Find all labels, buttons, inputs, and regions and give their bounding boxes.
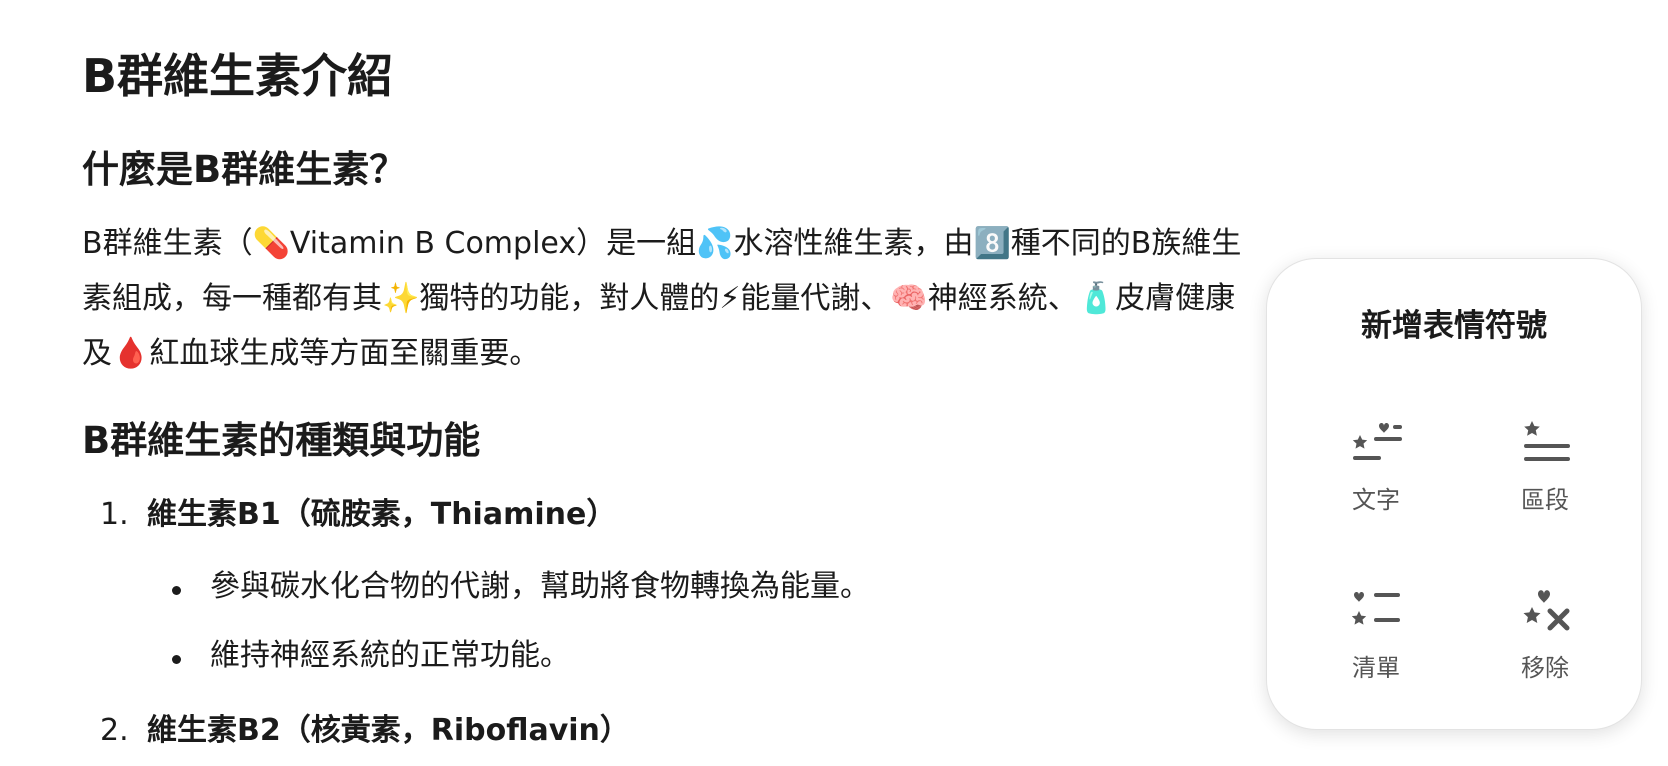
remove-emoji-option[interactable]: 移除: [1485, 587, 1605, 707]
option-label: 區段: [1521, 486, 1569, 514]
option-label: 文字: [1352, 486, 1400, 514]
section-emoji-option[interactable]: 區段: [1485, 419, 1605, 539]
list-number: 1.: [100, 497, 129, 532]
intro-paragraph: B群維生素（💊Vitamin B Complex）是一組💦水溶性維生素，由8️⃣…: [82, 226, 1242, 371]
list-number: 2.: [100, 713, 129, 748]
bullet-item: 參與碳水化合物的代謝，幫助將食物轉換為能量。: [210, 569, 870, 604]
document-title: B群維生素介紹: [82, 49, 394, 103]
add-emoji-popover: 新增表情符號 文字 區段 清單 移除: [1266, 258, 1642, 730]
option-label: 移除: [1521, 654, 1569, 682]
list-item-title: 維生素B1（硫胺素，Thiamine）: [147, 497, 617, 532]
text-emoji-icon: [1352, 423, 1402, 460]
bullet-dot: [172, 655, 181, 664]
option-label: 清單: [1352, 654, 1400, 682]
heading-what-is-b-vitamins: 什麼是B群維生素？: [82, 148, 407, 191]
list-item-title: 維生素B2（核黃素，Riboflavin）: [147, 713, 630, 748]
list-emoji-option[interactable]: 清單: [1316, 587, 1436, 707]
remove-emoji-icon: [1523, 590, 1570, 631]
text-emoji-option[interactable]: 文字: [1316, 419, 1436, 539]
section-emoji-icon: [1524, 421, 1570, 461]
list-emoji-icon: [1352, 592, 1400, 625]
popover-title: 新增表情符號: [1361, 308, 1547, 344]
bullet-dot: [172, 586, 181, 595]
bullet-item: 維持神經系統的正常功能。: [210, 638, 570, 673]
heading-b-vitamin-types: B群維生素的種類與功能: [82, 419, 481, 462]
